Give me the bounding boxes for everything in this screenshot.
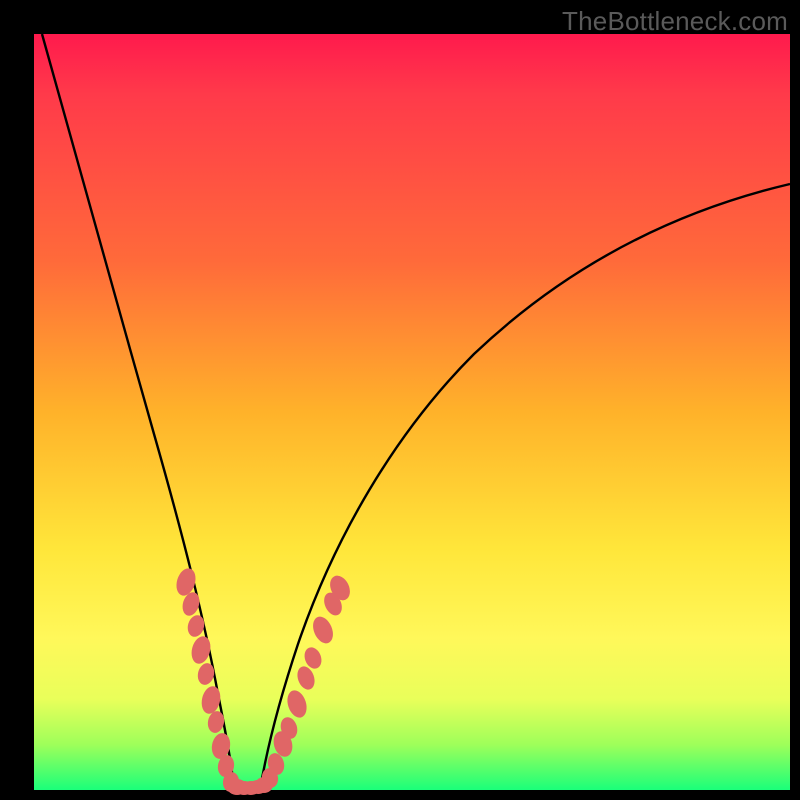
marker-dot <box>199 684 223 715</box>
marker-dot <box>284 688 310 720</box>
marker-dot <box>189 634 214 666</box>
plot-area <box>34 34 790 790</box>
chart-svg <box>34 34 790 790</box>
markers-group <box>173 566 353 795</box>
watermark-text: TheBottleneck.com <box>562 6 788 37</box>
chart-stage: TheBottleneck.com <box>0 0 800 800</box>
marker-dot <box>185 613 206 639</box>
marker-dot <box>309 614 337 647</box>
curve-right-branch <box>260 184 790 790</box>
